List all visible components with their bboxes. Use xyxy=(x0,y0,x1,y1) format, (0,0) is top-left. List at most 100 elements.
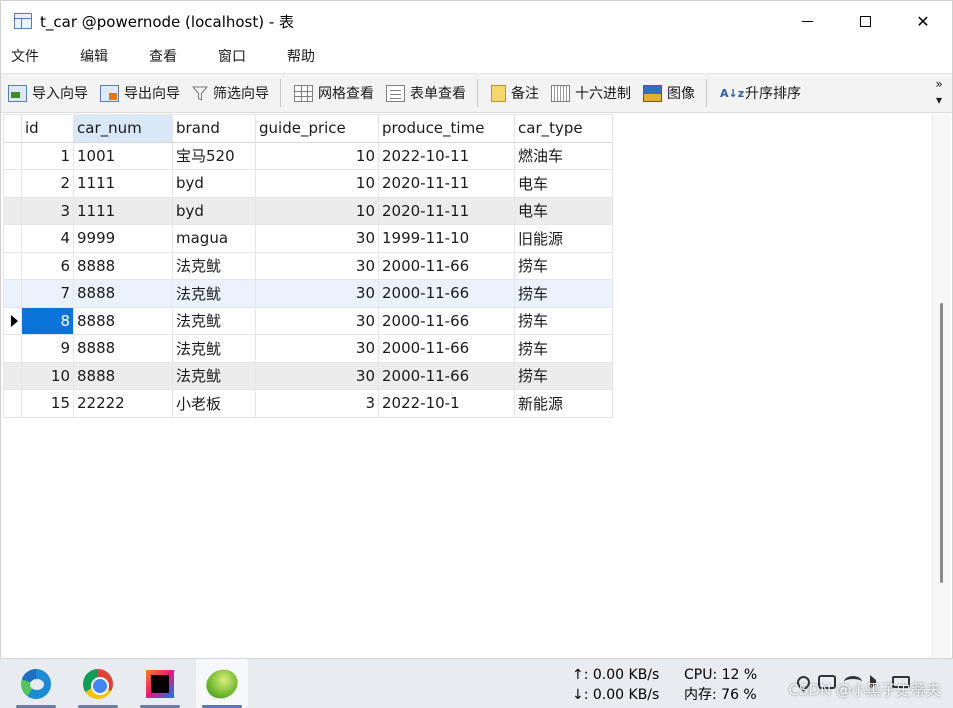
cell-car-type[interactable]: 新能源 xyxy=(514,389,613,418)
grid-view-button[interactable]: 网格查看 xyxy=(287,77,379,109)
table-row-current[interactable]: 8 8888 法克鱿 30 2000-11-66 捞车 xyxy=(3,306,613,335)
table-row[interactable]: 6 8888 法克鱿 30 2000-11-66 捞车 xyxy=(3,251,613,280)
cell-brand[interactable]: 法克鱿 xyxy=(172,251,256,280)
cell-id[interactable]: 8 xyxy=(21,306,74,335)
cell-guide-price[interactable]: 30 xyxy=(255,279,379,308)
export-wizard-button[interactable]: 导出向导 xyxy=(93,77,185,109)
title-bar[interactable]: t_car @powernode (localhost) - 表 ✕ xyxy=(1,1,952,41)
cell-id[interactable]: 9 xyxy=(21,334,74,363)
cell-produce-time[interactable]: 2000-11-66 xyxy=(378,361,515,390)
cell-id[interactable]: 10 xyxy=(21,361,74,390)
table-row[interactable]: 2 1111 byd 10 2020-11-11 电车 xyxy=(3,169,613,198)
cell-car-num[interactable]: 1111 xyxy=(73,196,173,225)
taskbar-app-edge[interactable] xyxy=(10,659,62,708)
cell-car-type[interactable]: 捞车 xyxy=(514,306,613,335)
cell-car-num[interactable]: 8888 xyxy=(73,279,173,308)
minimize-button[interactable] xyxy=(778,1,836,41)
table-row[interactable]: 1 1001 宝马520 10 2022-10-11 燃油车 xyxy=(3,141,613,170)
menu-edit[interactable]: 编辑 xyxy=(70,41,118,73)
menu-help[interactable]: 帮助 xyxy=(277,41,325,73)
cell-car-type[interactable]: 捞车 xyxy=(514,361,613,390)
cell-brand[interactable]: 法克鱿 xyxy=(172,361,256,390)
row-selector[interactable] xyxy=(3,196,22,225)
table-row[interactable]: 4 9999 magua 30 1999-11-10 旧能源 xyxy=(3,224,613,253)
table-row[interactable]: 10 8888 法克鱿 30 2000-11-66 捞车 xyxy=(3,361,613,390)
cell-guide-price[interactable]: 30 xyxy=(255,334,379,363)
image-button[interactable]: 图像 xyxy=(636,77,700,109)
maximize-button[interactable] xyxy=(836,1,894,41)
menu-window[interactable]: 窗口 xyxy=(208,41,256,73)
hex-button[interactable]: 十六进制 xyxy=(544,77,636,109)
cell-car-num[interactable]: 9999 xyxy=(73,224,173,253)
cell-produce-time[interactable]: 2000-11-66 xyxy=(378,306,515,335)
menu-view[interactable]: 查看 xyxy=(139,41,187,73)
cell-car-num[interactable]: 8888 xyxy=(73,361,173,390)
cell-produce-time[interactable]: 2020-11-11 xyxy=(378,196,515,225)
memo-button[interactable]: 备注 xyxy=(484,77,544,109)
cell-car-num[interactable]: 8888 xyxy=(73,306,173,335)
cell-guide-price[interactable]: 3 xyxy=(255,389,379,418)
cell-produce-time[interactable]: 2022-10-1 xyxy=(378,389,515,418)
cell-produce-time[interactable]: 1999-11-10 xyxy=(378,224,515,253)
filter-wizard-button[interactable]: 筛选向导 xyxy=(185,77,274,109)
row-selector[interactable] xyxy=(3,306,22,335)
vertical-scrollbar[interactable] xyxy=(932,114,950,659)
cell-car-num[interactable]: 22222 xyxy=(73,389,173,418)
cell-car-type[interactable]: 捞车 xyxy=(514,334,613,363)
cell-car-num[interactable]: 1111 xyxy=(73,169,173,198)
cell-car-type[interactable]: 捞车 xyxy=(514,279,613,308)
cell-guide-price[interactable]: 10 xyxy=(255,169,379,198)
cell-id[interactable]: 1 xyxy=(21,141,74,170)
cell-brand[interactable]: 小老板 xyxy=(172,389,256,418)
cell-id[interactable]: 3 xyxy=(21,196,74,225)
cell-brand[interactable]: byd xyxy=(172,169,256,198)
cell-produce-time[interactable]: 2000-11-66 xyxy=(378,334,515,363)
row-selector[interactable] xyxy=(3,251,22,280)
row-selector[interactable] xyxy=(3,389,22,418)
column-header-brand[interactable]: brand xyxy=(172,114,256,143)
row-selector[interactable] xyxy=(3,334,22,363)
cell-id[interactable]: 7 xyxy=(21,279,74,308)
cell-guide-price[interactable]: 30 xyxy=(255,251,379,280)
row-selector[interactable] xyxy=(3,361,22,390)
column-header-id[interactable]: id xyxy=(21,114,74,143)
menu-file[interactable]: 文件 xyxy=(1,41,49,73)
form-view-button[interactable]: 表单查看 xyxy=(379,77,471,109)
cell-brand[interactable]: 法克鱿 xyxy=(172,279,256,308)
table-row[interactable]: 3 1111 byd 10 2020-11-11 电车 xyxy=(3,196,613,225)
row-selector[interactable] xyxy=(3,141,22,170)
cell-guide-price[interactable]: 30 xyxy=(255,224,379,253)
cell-produce-time[interactable]: 2022-10-11 xyxy=(378,141,515,170)
cell-car-num[interactable]: 8888 xyxy=(73,334,173,363)
row-selector[interactable] xyxy=(3,224,22,253)
cell-guide-price[interactable]: 10 xyxy=(255,141,379,170)
cell-produce-time[interactable]: 2020-11-11 xyxy=(378,169,515,198)
column-header-guide-price[interactable]: guide_price xyxy=(255,114,379,143)
cell-brand[interactable]: 法克鱿 xyxy=(172,334,256,363)
cell-car-num[interactable]: 1001 xyxy=(73,141,173,170)
row-selector[interactable] xyxy=(3,279,22,308)
column-header-car-type[interactable]: car_type xyxy=(514,114,613,143)
scrollbar-thumb[interactable] xyxy=(940,303,943,583)
toolbar-overflow-button[interactable]: » ▾ xyxy=(932,76,946,108)
sort-ascending-button[interactable]: A↓z 升序排序 xyxy=(713,77,806,109)
taskbar-app-chrome[interactable] xyxy=(72,659,124,708)
cell-car-type[interactable]: 旧能源 xyxy=(514,224,613,253)
cell-id[interactable]: 2 xyxy=(21,169,74,198)
cell-brand[interactable]: byd xyxy=(172,196,256,225)
taskbar-app-intellij[interactable] xyxy=(134,659,186,708)
taskbar-app-navicat[interactable] xyxy=(196,659,248,708)
cell-brand[interactable]: 宝马520 xyxy=(172,141,256,170)
cell-brand[interactable]: magua xyxy=(172,224,256,253)
table-row[interactable]: 7 8888 法克鱿 30 2000-11-66 捞车 xyxy=(3,279,613,308)
cell-produce-time[interactable]: 2000-11-66 xyxy=(378,251,515,280)
column-header-car-num[interactable]: car_num xyxy=(73,114,173,143)
close-button[interactable]: ✕ xyxy=(894,1,952,41)
table-row[interactable]: 15 22222 小老板 3 2022-10-1 新能源 xyxy=(3,389,613,418)
cell-produce-time[interactable]: 2000-11-66 xyxy=(378,279,515,308)
cell-id[interactable]: 15 xyxy=(21,389,74,418)
table-row[interactable]: 9 8888 法克鱿 30 2000-11-66 捞车 xyxy=(3,334,613,363)
cell-guide-price[interactable]: 10 xyxy=(255,196,379,225)
cell-car-type[interactable]: 电车 xyxy=(514,169,613,198)
cell-car-type[interactable]: 燃油车 xyxy=(514,141,613,170)
